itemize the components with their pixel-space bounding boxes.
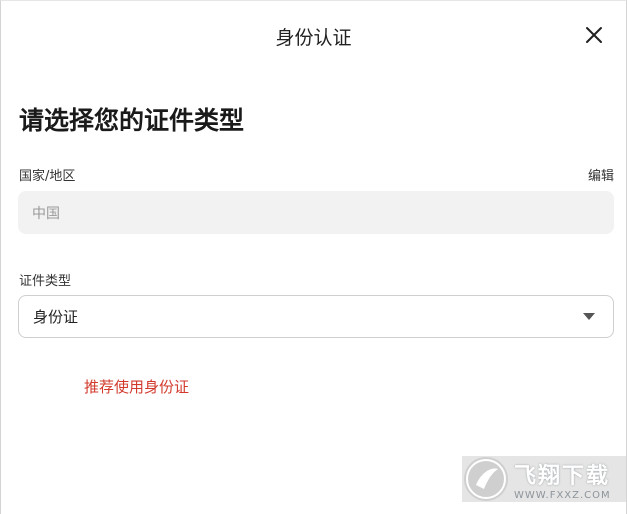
watermark-logo-icon	[464, 457, 508, 501]
dialog-title: 身份认证	[275, 27, 352, 49]
close-button[interactable]	[584, 25, 604, 45]
watermark-main-text: 飞翔下载	[514, 463, 611, 489]
country-value: 中国	[32, 205, 60, 222]
country-label: 国家/地区	[19, 169, 76, 184]
watermark: 飞翔下载 WWW.FXXZ.COM	[462, 456, 626, 502]
page-heading: 请选择您的证件类型	[19, 106, 245, 135]
caret-down-icon	[583, 313, 595, 320]
close-icon	[586, 27, 602, 43]
identity-verification-dialog: 身份认证 请选择您的证件类型 国家/地区 编辑 中国 证件类型 身份证 推荐使用…	[0, 0, 627, 514]
id-type-label: 证件类型	[19, 274, 72, 289]
id-type-selected-value: 身份证	[33, 308, 79, 326]
id-type-select[interactable]: 身份证	[18, 295, 614, 338]
recommendation-text: 推荐使用身份证	[84, 378, 190, 396]
watermark-sub-text: WWW.FXXZ.COM	[514, 489, 611, 501]
country-field: 中国	[18, 191, 614, 234]
edit-country-link[interactable]: 编辑	[588, 165, 614, 184]
